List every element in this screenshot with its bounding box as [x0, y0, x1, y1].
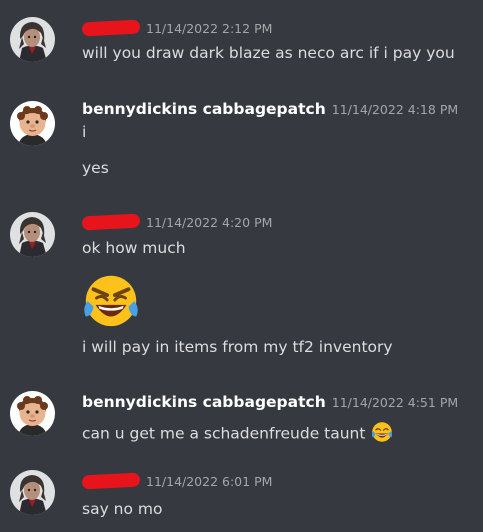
user-avatar[interactable] — [10, 17, 55, 62]
message-group: 11/14/2022 6:01 PM say no mo — [0, 460, 483, 532]
message-text: can u get me a schadenfreude taunt — [82, 424, 366, 443]
redacted-username — [81, 19, 141, 37]
message-timestamp: 11/14/2022 4:18 PM — [331, 102, 459, 117]
message-content: can u get me a schadenfreude taunt — [82, 420, 394, 448]
message-content: i will pay in items from my tf2 inventor… — [82, 338, 393, 356]
cabbage-patch-doll-avatar-icon — [10, 391, 55, 436]
message-header: 11/14/2022 4:20 PM — [81, 212, 273, 232]
message-content: yes — [82, 159, 109, 177]
message-timestamp: 11/14/2022 2:12 PM — [146, 21, 273, 36]
username[interactable]: bennydickins cabbagepatch — [82, 100, 326, 118]
message-content: ok how much — [82, 239, 186, 257]
user-avatar[interactable] — [10, 101, 55, 146]
user-avatar[interactable] — [10, 470, 55, 515]
message-content: say no mo — [82, 500, 163, 518]
message-group: bennydickins cabbagepatch 11/14/2022 4:18… — [0, 80, 483, 190]
user-avatar[interactable] — [10, 212, 55, 257]
message-header: bennydickins cabbagepatch 11/14/2022 4:18… — [82, 99, 458, 119]
cabbage-patch-doll-avatar-icon — [10, 101, 55, 146]
anime-character-avatar-icon — [10, 17, 55, 62]
message-content: i — [82, 123, 87, 141]
redacted-username — [81, 213, 141, 231]
anime-character-avatar-icon — [10, 212, 55, 257]
message-group: bennydickins cabbagepatch 11/14/2022 4:51… — [0, 380, 483, 455]
chat-message-list: 11/14/2022 2:12 PM will you draw dark bl… — [0, 0, 483, 532]
message-header: 11/14/2022 6:01 PM — [81, 471, 273, 491]
angry-laughing-crying-emoji-icon[interactable] — [80, 268, 142, 334]
user-avatar[interactable] — [10, 391, 55, 436]
message-group: 11/14/2022 4:20 PM ok how much i will pa… — [0, 200, 483, 370]
message-group: 11/14/2022 2:12 PM will you draw dark bl… — [0, 0, 483, 80]
message-timestamp: 11/14/2022 4:20 PM — [146, 215, 273, 230]
redacted-username — [81, 472, 141, 490]
message-timestamp: 11/14/2022 6:01 PM — [146, 474, 273, 489]
message-timestamp: 11/14/2022 4:51 PM — [331, 395, 459, 410]
joy-emoji-icon[interactable] — [370, 420, 394, 448]
message-header: bennydickins cabbagepatch 11/14/2022 4:51… — [82, 392, 458, 412]
message-content: will you draw dark blaze as neco arc if … — [82, 44, 455, 62]
username[interactable]: bennydickins cabbagepatch — [82, 393, 326, 411]
message-header: 11/14/2022 2:12 PM — [81, 18, 273, 38]
anime-character-avatar-icon — [10, 470, 55, 515]
